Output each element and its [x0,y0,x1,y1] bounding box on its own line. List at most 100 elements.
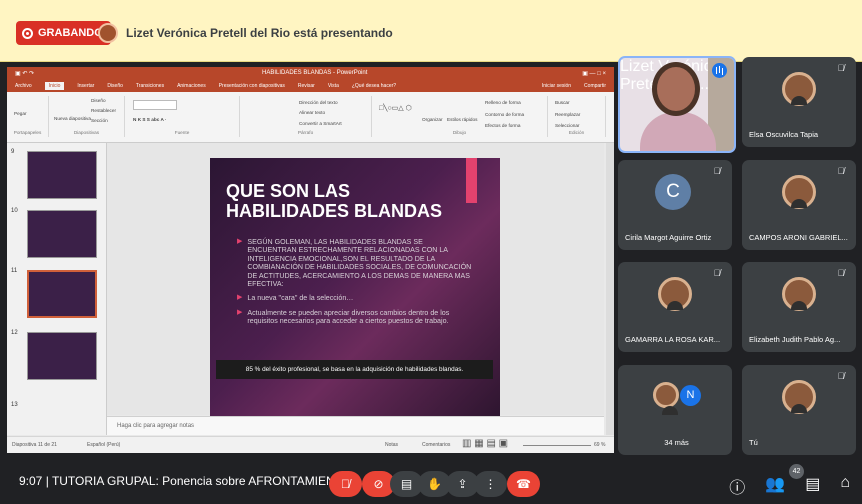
meeting-title: TUTORIA GRUPAL: Ponencia sobre AFRONTAMI… [51,474,351,488]
chat-icon[interactable]: ▤ [805,474,820,498]
present-icon: ⇪ [457,477,468,491]
participant-name: CAMPOS ARONI GABRIEL... [749,233,848,242]
thumbnail-number: 9 [11,149,15,155]
thumbnail-number: 13 [11,402,18,408]
section-button[interactable]: Sección [91,118,108,123]
bullet-item: ▶ La nueva "cara" de la selección… [237,294,472,302]
tab-view[interactable]: Vista [328,83,339,89]
participant-name: Elizabeth Judith Pablo Ag... [749,335,841,344]
slide-bullets[interactable]: ▶ SEGÚN GOLEMAN, LAS HABILIDADES BLANDAS … [237,238,472,332]
mic-off-icon: 🎙̸ [341,477,350,491]
mic-off-icon: 🎙̸ [713,268,721,278]
more-participants-tile[interactable]: N 34 más [618,365,732,455]
align-text-button[interactable]: Alinear texto [299,110,325,115]
bullet-text: Actualmente se pueden apreciar diversos … [247,308,450,326]
shapes-gallery[interactable]: □╲○▭△ ⬡ [379,104,412,112]
record-icon [22,27,33,39]
sign-in-link[interactable]: Iniciar sesión [542,83,571,89]
bullet-arrow-icon: ▶ [237,308,243,316]
bullet-text: La nueva "cara" de la selección… [247,294,354,303]
info-icon[interactable]: ⓘ [729,474,745,498]
drawing-label: Dibujo [452,130,467,135]
shape-outline-button[interactable]: Contorno de forma [485,112,524,117]
zoom-level[interactable]: 69 % [594,442,605,448]
slide-accent-bar [466,158,477,203]
tab-design[interactable]: Diseño [107,83,123,89]
zoom-slider[interactable] [523,445,591,446]
tab-animations[interactable]: Animaciones [177,83,206,89]
reset-button[interactable]: Restablecer [91,108,116,113]
tab-insert[interactable]: Insertar [77,83,94,89]
tab-home[interactable]: Inicio [44,82,65,90]
participant-tile-gamarra[interactable]: 🎙̸ GAMARRA LA ROSA KAR... [618,262,732,352]
text-direction-button[interactable]: Dirección del texto [299,100,338,105]
notes-pane[interactable]: Haga clic para agregar notas [107,416,604,435]
powerpoint-status-bar: Diapositiva 11 de 21 Español (Perú) Nota… [7,436,614,453]
mic-off-icon: 🎙̸ [837,268,845,278]
tab-slideshow[interactable]: Presentación con diapositivas [219,83,285,89]
slide-title[interactable]: QUE SON LAS HABILIDADES BLANDAS [226,181,466,221]
select-button[interactable]: Seleccionar [555,123,580,128]
language-status[interactable]: Español (Perú) [87,442,120,448]
presentation-banner: GRABANDO Lizet Verónica Pretell del Rio … [0,0,862,62]
font-format-buttons[interactable]: N K S S abc A · [133,117,167,122]
slide-editing-area[interactable]: QUE SON LAS HABILIDADES BLANDAS ▶ SEGÚN G… [107,143,604,417]
editing-label: Edición [568,130,585,135]
people-icon[interactable]: 👥 [765,474,785,498]
participant-mini-avatar [653,382,679,415]
view-buttons[interactable]: ▥ ▦ ▤ ▣ [462,438,508,449]
slide-thumbnail-12[interactable] [27,332,97,380]
arrange-button[interactable]: Organizar [422,117,443,122]
slide-thumbnail-11[interactable] [27,270,97,318]
participant-avatar [782,72,816,106]
share-button[interactable]: Compartir [584,83,606,89]
smartart-button[interactable]: Convertir a SmartArt [299,121,342,126]
tell-me-search[interactable]: ¿Qué desea hacer? [352,83,396,89]
current-slide[interactable]: QUE SON LAS HABILIDADES BLANDAS ▶ SEGÚN G… [210,158,500,417]
microphone-button[interactable]: 🎙̸ [329,471,362,497]
participant-name: GAMARRA LA ROSA KAR... [625,335,721,344]
slide-thumbnail-10[interactable] [27,210,97,258]
captions-icon: ▤ [400,477,413,491]
shape-effects-button[interactable]: Efectos de forma [485,123,520,128]
recording-indicator: GRABANDO [16,21,111,45]
comments-button[interactable]: Comentarios [422,442,450,448]
paragraph-group: Dirección del texto Alinear texto Converti… [240,96,372,137]
slide-thumbnail-pane[interactable]: 9 10 11 12 13 [7,143,107,435]
paste-button[interactable]: Pegar [14,111,27,116]
tab-review[interactable]: Revisar [298,83,315,89]
slides-group: Nueva diapositiva Diseño Restablecer Secció… [49,96,125,137]
participant-tile-elsa[interactable]: 🎙̸ Elsa Oscuvilca Tapia [742,57,856,147]
participant-tile-cirila[interactable]: 🎙̸ C Cirila Margot Aguirre Ortiz [618,160,732,250]
notes-button[interactable]: Notas [385,442,398,448]
find-button[interactable]: Buscar [555,100,570,105]
shape-fill-button[interactable]: Relleno de forma [485,100,521,105]
bullet-arrow-icon: ▶ [237,238,243,245]
vertical-scrollbar[interactable] [606,143,614,435]
participant-tile-campos[interactable]: 🎙̸ CAMPOS ARONI GABRIEL... [742,160,856,250]
more-options-button[interactable]: ⋮ [474,471,507,497]
bullet-item: ▶ SEGÚN GOLEMAN, LAS HABILIDADES BLANDAS … [237,238,472,288]
font-name-box[interactable] [133,100,177,110]
new-slide-button[interactable]: Nueva diapositiva [54,116,91,121]
meeting-side-controls: ⓘ 👥 ▤ ⌂ [729,474,850,498]
self-video-tile[interactable]: 🎙̸ Tú [742,365,856,455]
window-controls[interactable]: ▣ — □ × [582,70,606,77]
leave-call-button[interactable]: ☎ [507,471,540,497]
thumbnail-number: 10 [11,208,18,214]
activities-icon[interactable]: ⌂ [840,474,850,498]
tab-transitions[interactable]: Transiciones [136,83,164,89]
layout-button[interactable]: Diseño [91,98,106,103]
quick-styles-button[interactable]: Estilos rápidos [447,117,477,122]
participant-tile-elizabeth[interactable]: 🎙̸ Elizabeth Judith Pablo Ag... [742,262,856,352]
slide-count: Diapositiva 11 de 21 [12,442,57,448]
tab-file[interactable]: Archivo [15,83,32,89]
shared-powerpoint-window: ▣ ↶ ↷ HABILIDADES BLANDAS - PowerPoint ▣… [7,67,614,453]
mic-off-icon: 🎙̸ [837,63,845,73]
slide-footer-textbox[interactable]: 85 % del éxito profesional, se basa en l… [216,360,493,379]
hand-icon: ✋ [427,477,442,491]
replace-button[interactable]: Reemplazar [555,112,580,117]
slide-thumbnail-9[interactable] [27,151,97,199]
quick-access-toolbar[interactable]: ▣ ↶ ↷ [15,70,34,77]
participant-tile-presenter[interactable]: Lizet Verónica Pretell del ... [618,56,736,153]
